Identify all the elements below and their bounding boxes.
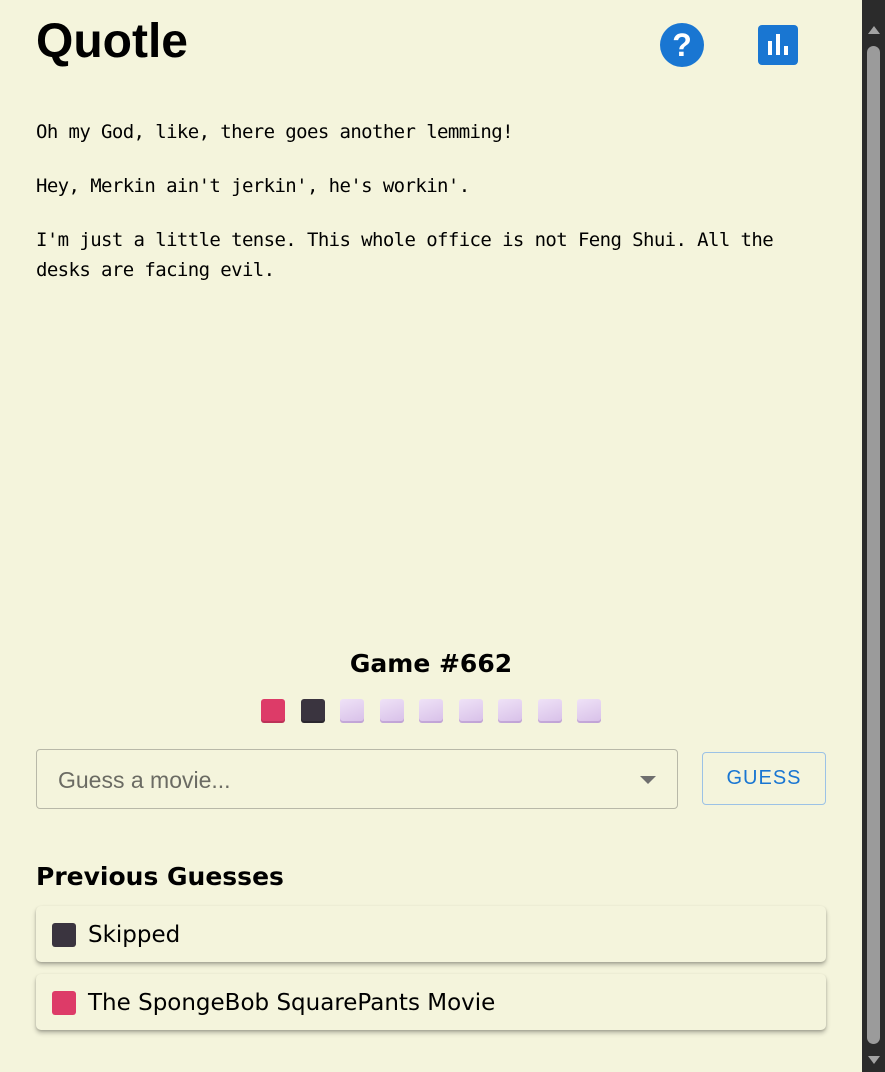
- question-circle-icon: ?: [672, 27, 692, 63]
- progress-square-wrong: [261, 699, 285, 723]
- quote-text: Oh my God, like, there goes another lemm…: [36, 121, 514, 143]
- quotle-page: Quotle ? Oh my God, like, there goes ano…: [0, 0, 862, 1072]
- stats-button[interactable]: [758, 25, 798, 65]
- progress-square-pending: [419, 699, 443, 723]
- wrong-square-icon: [52, 991, 76, 1015]
- game-number: Game #662: [349, 649, 513, 678]
- movie-guess-input[interactable]: Guess a movie...: [36, 749, 678, 809]
- quotes-list: Oh my God, like, there goes another lemm…: [36, 117, 826, 309]
- progress-square-pending: [458, 699, 483, 723]
- skipped-square-icon: [52, 923, 76, 947]
- progress-square-skipped: [300, 699, 325, 723]
- progress-square-pending: [498, 699, 522, 723]
- guess-button[interactable]: GUESS: [702, 752, 826, 805]
- scroll-up-arrow-icon[interactable]: [868, 26, 880, 34]
- progress-square-pending: [379, 699, 404, 723]
- previous-guess-text: Skipped: [88, 922, 181, 948]
- help-button[interactable]: ?: [660, 23, 704, 67]
- vertical-scrollbar[interactable]: [862, 0, 885, 1072]
- quote-text: Hey, Merkin ain't jerkin', he's workin'.: [36, 175, 470, 197]
- app-title: Quotle: [36, 15, 188, 68]
- progress-square-pending: [340, 699, 364, 723]
- previous-guesses-title: Previous Guesses: [36, 862, 284, 891]
- progress-square-pending: [577, 699, 601, 723]
- guess-placeholder: Guess a movie...: [58, 767, 231, 793]
- svg-text:?: ?: [672, 27, 692, 63]
- quote-text: I'm just a little tense. This whole offi…: [36, 229, 774, 281]
- chevron-down-icon[interactable]: [640, 776, 656, 784]
- previous-guess-item: The SpongeBob SquarePants Movie: [36, 974, 826, 1030]
- previous-guess-item: Skipped: [36, 906, 826, 962]
- previous-guess-text: The SpongeBob SquarePants Movie: [88, 990, 496, 1016]
- scroll-thumb[interactable]: [867, 46, 880, 1044]
- progress-square-pending: [537, 699, 562, 723]
- scroll-down-arrow-icon[interactable]: [868, 1056, 880, 1064]
- bar-chart-icon: [768, 34, 788, 55]
